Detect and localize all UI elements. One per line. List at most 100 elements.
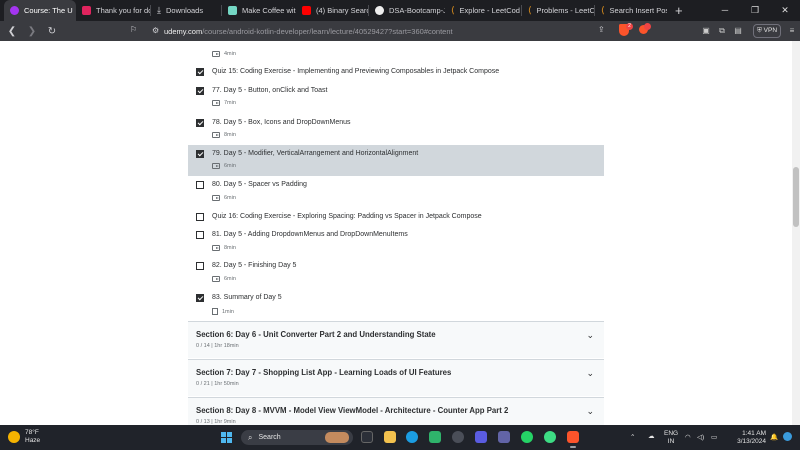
extensions-icon[interactable]: ⧉ — [716, 25, 728, 37]
tab-leetcode-search-insert[interactable]: ⟨ Search Insert Pos — [595, 0, 667, 21]
tab-downloads[interactable]: ⤓ Downloads — [151, 0, 221, 21]
menu-icon[interactable]: ≡ — [786, 25, 798, 37]
section-header[interactable]: Section 6: Day 6 - Unit Converter Part 2… — [188, 321, 604, 358]
teams-icon[interactable] — [498, 431, 510, 443]
close-window-button[interactable]: ✕ — [770, 0, 800, 21]
section-meta: 0 / 14 | 1hr 18min — [196, 343, 239, 349]
list-item[interactable]: Quiz 16: Coding Exercise - Exploring Spa… — [188, 209, 604, 225]
language-indicator[interactable]: ENG IN — [664, 430, 678, 446]
list-item[interactable]: 78. Day 5 - Box, Icons and DropDownMenus… — [188, 115, 604, 145]
tab-thank-you[interactable]: Thank you for dow — [76, 0, 150, 21]
list-item[interactable]: 80. Day 5 - Spacer vs Padding 6min — [188, 178, 604, 208]
tab-github-dsa[interactable]: DSA-Bootcamp-Ja — [369, 0, 445, 21]
section-header[interactable]: Section 7: Day 7 - Shopping List App - L… — [188, 359, 604, 396]
clock-time: 1:41 AM — [742, 430, 766, 437]
item-title: 83. Summary of Day 5 — [212, 294, 282, 301]
battery-icon[interactable]: ▭ — [711, 433, 717, 441]
edge-icon[interactable] — [406, 431, 418, 443]
task-view-icon[interactable] — [361, 431, 373, 443]
share-icon[interactable]: ⇪ — [598, 25, 605, 34]
video-icon — [212, 245, 220, 251]
bookmark-icon[interactable]: ⚐ — [130, 25, 137, 34]
wifi-icon[interactable]: ◠ — [685, 433, 691, 441]
sidebar-icon[interactable]: ▣ — [700, 25, 712, 37]
tab-label: Make Coffee with — [242, 6, 296, 15]
item-title: 77. Day 5 - Button, onClick and Toast — [212, 87, 328, 94]
item-title: Quiz 15: Coding Exercise - Implementing … — [212, 68, 500, 75]
address-bar[interactable]: udemy.com/course/android-kotlin-develope… — [148, 23, 596, 39]
weather-widget[interactable]: 78°F Haze — [8, 429, 40, 445]
incomplete-checkbox[interactable] — [196, 262, 204, 270]
chevron-down-icon[interactable]: ⌄ — [586, 406, 594, 417]
incomplete-checkbox[interactable] — [196, 213, 204, 221]
weather-temperature: 78°F — [25, 429, 39, 436]
duration: 6min — [224, 163, 236, 169]
search-label: Search — [258, 434, 281, 441]
notification-bell-icon[interactable]: 🔔 — [770, 433, 778, 441]
tab-label: Search Insert Pos — [609, 6, 667, 15]
completed-checkbox[interactable] — [196, 294, 204, 302]
list-item[interactable]: 4min — [188, 41, 604, 59]
new-tab-button[interactable]: + — [667, 3, 691, 18]
brave-browser-icon[interactable] — [567, 431, 579, 448]
incomplete-checkbox[interactable] — [196, 231, 204, 239]
tab-label: DSA-Bootcamp-Ja — [389, 6, 445, 15]
whatsapp-icon[interactable] — [521, 431, 533, 443]
scrollbar-thumb[interactable] — [793, 167, 799, 227]
github-desktop-icon[interactable] — [452, 431, 464, 443]
tab-leetcode-problems[interactable]: ⟨ Problems - LeetC — [522, 0, 594, 21]
taskbar-search[interactable]: ⌕ Search — [241, 430, 353, 445]
video-icon — [212, 163, 220, 169]
back-button[interactable]: ❮ — [4, 26, 20, 37]
android-studio-icon[interactable] — [544, 431, 556, 443]
completed-checkbox[interactable] — [196, 150, 204, 158]
tab-udemy-course[interactable]: Course: The U ✕ — [4, 0, 76, 21]
browser-tab-strip: Course: The U ✕ Thank you for dow ⤓ Down… — [0, 0, 800, 21]
duration: 6min — [224, 195, 236, 201]
page-scrollbar[interactable] — [792, 41, 800, 425]
list-item[interactable]: 82. Day 5 - Finishing Day 5 6min — [188, 259, 604, 289]
chevron-up-icon[interactable]: ⌃ — [630, 433, 635, 441]
completed-checkbox[interactable] — [196, 119, 204, 127]
list-item[interactable]: Quiz 15: Coding Exercise - Implementing … — [188, 65, 604, 81]
list-item-current[interactable]: 79. Day 5 - Modifier, VerticalArrangemen… — [188, 145, 604, 176]
intellij-icon[interactable] — [475, 431, 487, 443]
list-item[interactable]: 81. Day 5 - Adding DropdownMenus and Dro… — [188, 227, 604, 257]
maximize-button[interactable]: ❐ — [740, 0, 770, 21]
reload-button[interactable]: ↻ — [44, 26, 60, 37]
leetcode-icon: ⟨ — [528, 5, 532, 15]
minimize-button[interactable]: ─ — [710, 0, 740, 21]
windows-start-icon[interactable] — [221, 432, 232, 443]
curriculum-list: 4min Quiz 15: Coding Exercise - Implemen… — [188, 41, 604, 425]
tab-label: Explore - LeetCod — [459, 6, 520, 15]
shield-badge: 2 — [626, 23, 633, 30]
tab-leetcode-explore[interactable]: ⟨ Explore - LeetCod — [445, 0, 521, 21]
file-explorer-icon[interactable] — [384, 431, 396, 443]
forward-button[interactable]: ❯ — [24, 26, 40, 37]
udemy-course-page: 4min Quiz 15: Coding Exercise - Implemen… — [0, 41, 800, 425]
chevron-down-icon[interactable]: ⌄ — [586, 330, 594, 341]
system-clock[interactable]: 1:41 AM 3/13/2024 — [726, 430, 766, 446]
speaker-icon[interactable]: ◁) — [697, 433, 704, 441]
list-item[interactable]: 83. Summary of Day 5 1min — [188, 291, 604, 321]
tab-make-coffee[interactable]: Make Coffee with — [222, 0, 296, 21]
windows-taskbar: 78°F Haze ⌕ Search ⌃ ☁ ENG IN ◠ ◁) ▭ 1:4… — [0, 425, 800, 450]
favicon-icon — [228, 6, 237, 15]
vpn-label: VPN — [763, 27, 778, 34]
item-meta: 8min — [212, 132, 236, 138]
duration: 4min — [224, 51, 236, 57]
completed-checkbox[interactable] — [196, 87, 204, 95]
tab-youtube-binary-search[interactable]: (4) Binary Search — [296, 0, 368, 21]
copilot-icon[interactable] — [783, 432, 792, 441]
chevron-down-icon[interactable]: ⌄ — [586, 368, 594, 379]
completed-checkbox[interactable] — [196, 68, 204, 76]
vpn-button[interactable]: ⛨ VPN — [753, 24, 781, 38]
onedrive-icon[interactable]: ☁ — [648, 432, 655, 440]
section-header[interactable]: Section 8: Day 8 - MVVM - Model View Vie… — [188, 397, 604, 425]
list-item[interactable]: 77. Day 5 - Button, onClick and Toast 7m… — [188, 83, 604, 113]
language-label: ENG — [664, 430, 679, 437]
weather-sun-icon — [8, 431, 20, 443]
incomplete-checkbox[interactable] — [196, 181, 204, 189]
store-icon[interactable] — [429, 431, 441, 443]
wallet-icon[interactable]: ▤ — [732, 25, 744, 37]
